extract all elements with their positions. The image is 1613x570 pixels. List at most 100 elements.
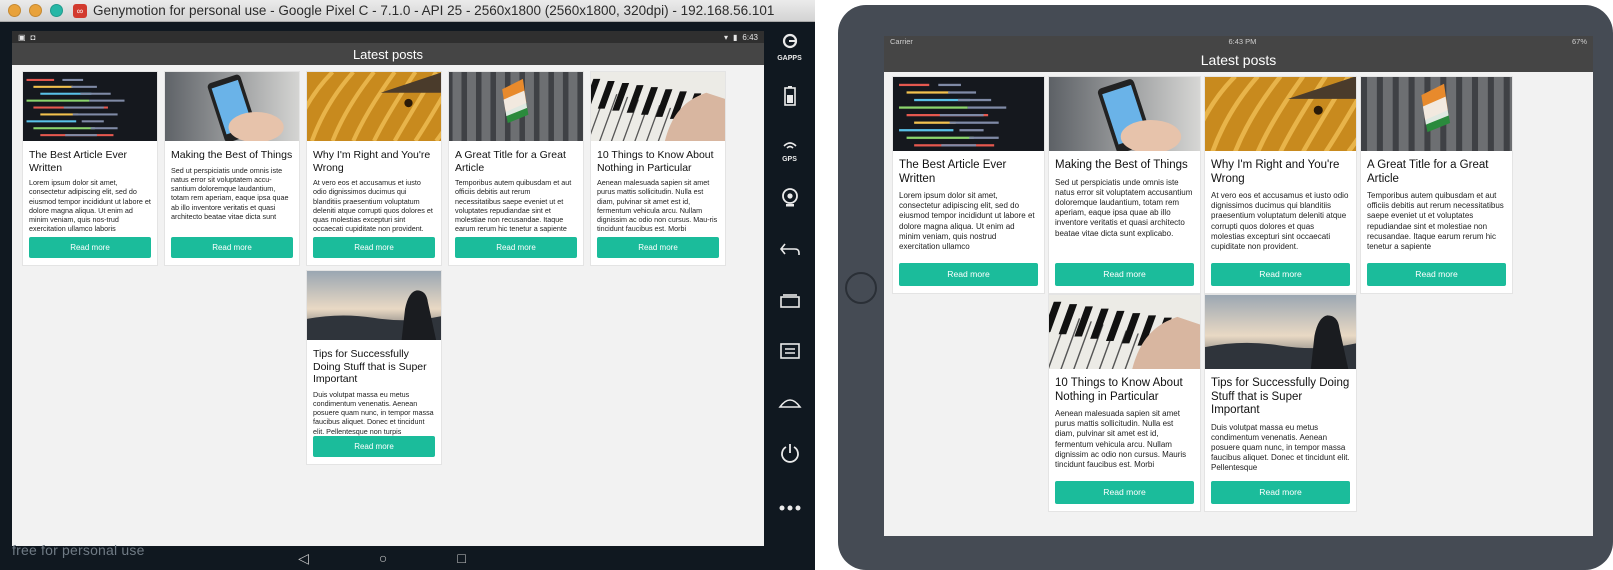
battery-icon: [783, 86, 796, 111]
post-image: [449, 72, 583, 141]
menu-button[interactable]: [764, 328, 815, 379]
post-image: [307, 72, 441, 141]
back-icon: [779, 242, 801, 261]
post-excerpt: Aenean malesuada sapien sit amet purus m…: [597, 178, 718, 234]
post-excerpt: At vero eos et accusamus et iusto odio d…: [1211, 191, 1349, 252]
nav-home-icon[interactable]: ○: [379, 550, 387, 566]
post-image: [1049, 77, 1200, 151]
post-image: [1205, 295, 1356, 369]
home-icon: [777, 395, 802, 414]
post-title: The Best Article Ever Written: [899, 159, 1007, 185]
app-bar: Latest posts: [884, 47, 1593, 72]
read-more-button[interactable]: Read more: [29, 237, 151, 258]
power-button[interactable]: [764, 430, 815, 481]
post-title: 10 Things to Know About Nothing in Parti…: [1055, 377, 1183, 403]
post-excerpt: Temporibus autem quibusdam et aut offici…: [1367, 191, 1504, 252]
recent-apps-button[interactable]: [764, 277, 815, 328]
ipad-screen: Carrier 6:43 PM 67% Latest posts The Bes…: [884, 36, 1593, 536]
sidebar-label: GPS: [782, 155, 797, 163]
status-time: 6:43: [742, 32, 758, 42]
window-titlebar: ∞ Genymotion for personal use - Google P…: [0, 0, 815, 22]
post-card: 10 Things to Know About Nothing in Parti…: [1048, 294, 1201, 512]
window-title: Genymotion for personal use - Google Pix…: [93, 3, 775, 18]
more-icon: [779, 498, 801, 516]
sidebar-label: GAPPS: [777, 55, 802, 62]
post-card: The Best Article Ever Written Lorem ipsum…: [22, 71, 158, 266]
app-bar-title: Latest posts: [1200, 51, 1277, 68]
power-icon: [779, 442, 801, 469]
notification-icon: ▣: [18, 32, 26, 42]
android-screen: ▣ ◘ ▾ ▮ 6:43 Latest posts The Best Artic…: [12, 31, 764, 546]
read-more-button[interactable]: Read more: [1055, 481, 1194, 504]
post-excerpt: Temporibus autem quibusdam et aut offici…: [455, 178, 572, 234]
post-title: A Great Title for a Great Article: [1367, 159, 1489, 185]
post-excerpt: Sed ut perspiciatis unde omnis iste natu…: [1055, 177, 1193, 240]
post-card: A Great Title for a Great Article Tempori…: [1360, 76, 1513, 294]
post-image: [1049, 295, 1200, 369]
zoom-window-button[interactable]: [50, 4, 63, 17]
post-title: A Great Title for a Great Article: [455, 149, 566, 174]
back-button[interactable]: [764, 226, 815, 277]
post-excerpt: Aenean malesuada sapien sit amet purus m…: [1055, 409, 1187, 470]
post-excerpt: At vero eos et accusamus et iusto odio d…: [313, 178, 433, 234]
read-more-button[interactable]: Read more: [313, 436, 435, 457]
post-excerpt: Lorem ipsum dolor sit amet, consectetur …: [899, 191, 1035, 252]
post-card: A Great Title for a Great Article Tempori…: [448, 71, 584, 266]
webcam-icon: [781, 188, 799, 213]
post-image: [23, 72, 157, 141]
carrier-label: Carrier: [890, 37, 913, 46]
read-more-button[interactable]: Read more: [1211, 263, 1350, 286]
genymotion-sidebar: GAPPS GPS: [764, 22, 815, 570]
battery-status-icon: ▮: [733, 32, 738, 42]
gps-icon: [782, 137, 798, 155]
post-card: The Best Article Ever Written Lorem ipsum…: [892, 76, 1045, 294]
app-bar: Latest posts: [12, 43, 764, 65]
gps-button[interactable]: GPS: [764, 124, 815, 175]
read-more-button[interactable]: Read more: [597, 237, 719, 258]
post-excerpt: Duis volutpat massa eu metus condimentum…: [1211, 422, 1350, 473]
recent-apps-icon: [779, 292, 801, 313]
post-title: Tips for Successfully Doing Stuff that i…: [1211, 377, 1350, 416]
wifi-icon: ▾: [724, 32, 729, 42]
post-title: Why I'm Right and You're Wrong: [1211, 159, 1340, 185]
post-title: 10 Things to Know About Nothing in Parti…: [597, 149, 714, 174]
read-more-button[interactable]: Read more: [171, 237, 293, 258]
read-more-button[interactable]: Read more: [899, 263, 1038, 286]
post-card: 10 Things to Know About Nothing in Parti…: [590, 71, 726, 266]
post-card: Tips for Successfully Doing Stuff that i…: [306, 270, 442, 465]
post-image: [591, 72, 725, 141]
post-card: Why I'm Right and You're Wrong At vero eo…: [1204, 76, 1357, 294]
nav-recent-icon[interactable]: □: [457, 550, 465, 566]
gapps-icon: [782, 33, 798, 54]
close-window-button[interactable]: [8, 4, 21, 17]
read-more-button[interactable]: Read more: [313, 237, 435, 258]
notification-icon-2: ◘: [30, 32, 36, 42]
minimize-window-button[interactable]: [29, 4, 42, 17]
genymotion-window: ∞ Genymotion for personal use - Google P…: [0, 0, 815, 570]
read-more-button[interactable]: Read more: [1211, 481, 1350, 504]
gapps-button[interactable]: GAPPS: [764, 22, 815, 73]
ipad-home-button[interactable]: [845, 272, 877, 304]
more-button[interactable]: [764, 481, 815, 532]
read-more-button[interactable]: Read more: [1367, 263, 1506, 286]
post-title: Making the Best of Things: [171, 149, 293, 161]
webcam-button[interactable]: [764, 175, 815, 226]
read-more-button[interactable]: Read more: [455, 237, 577, 258]
home-button[interactable]: [764, 379, 815, 430]
menu-icon: [779, 343, 801, 364]
post-card: Making the Best of Things Sed ut perspici…: [1048, 76, 1201, 294]
battery-button[interactable]: [764, 73, 815, 124]
post-title: Making the Best of Things: [1055, 159, 1188, 171]
android-status-bar: ▣ ◘ ▾ ▮ 6:43: [12, 31, 764, 43]
post-image: [307, 271, 441, 340]
app-bar-title: Latest posts: [352, 46, 424, 62]
battery-label: 67%: [1571, 37, 1587, 46]
post-image: [893, 77, 1044, 151]
post-image: [165, 72, 299, 141]
genymotion-app-icon: ∞: [73, 3, 87, 18]
post-image: [1361, 77, 1512, 151]
post-card: Making the Best of Things Sed ut perspici…: [164, 71, 300, 266]
read-more-button[interactable]: Read more: [1055, 263, 1194, 286]
nav-back-icon[interactable]: ◁: [298, 550, 309, 567]
post-excerpt: Lorem ipsum dolor sit amet, consectetur …: [29, 178, 151, 234]
